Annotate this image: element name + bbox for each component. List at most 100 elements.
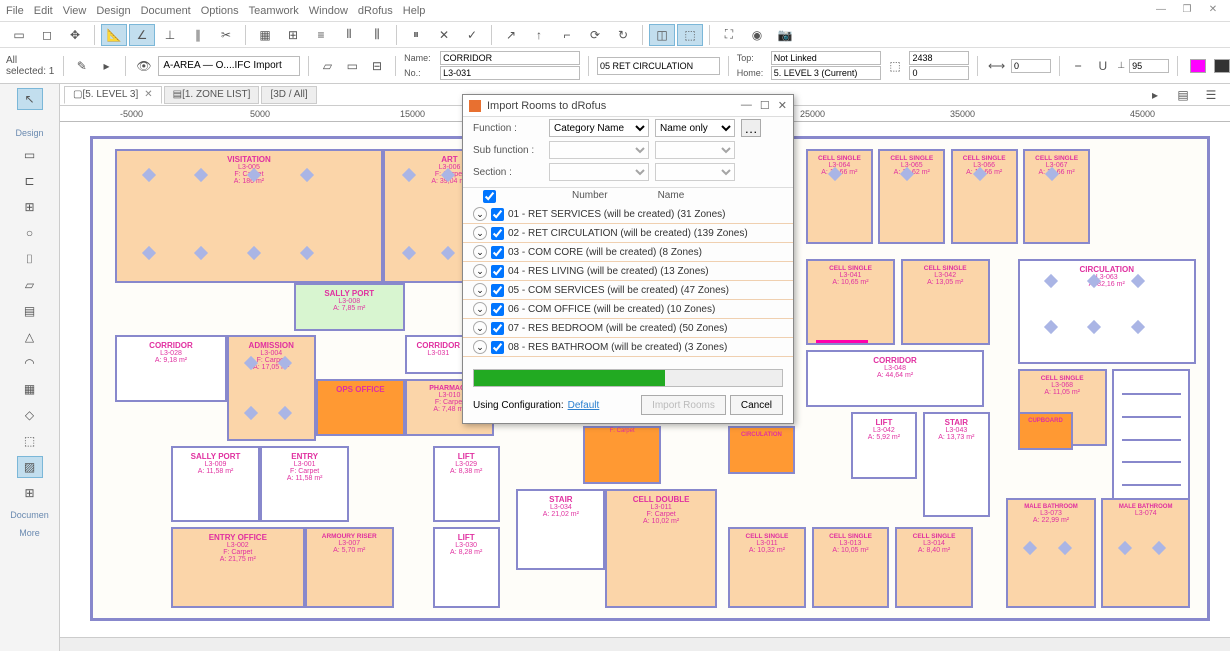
- item-checkbox[interactable]: [491, 208, 504, 221]
- no-field[interactable]: [440, 66, 580, 80]
- shell-tool-icon[interactable]: ◠: [17, 352, 43, 374]
- expand-icon[interactable]: ⌄: [473, 283, 487, 297]
- room-bathroom-f[interactable]: MALE BATHROOM L3-073 A: 22,99 m²: [1006, 498, 1095, 608]
- item-checkbox[interactable]: [491, 303, 504, 316]
- column-tool-icon[interactable]: ○: [17, 222, 43, 244]
- dim-field[interactable]: [1011, 59, 1051, 73]
- zone-tool-icon[interactable]: ▨: [17, 456, 43, 478]
- height-field[interactable]: [909, 51, 969, 65]
- prop-apply-icon[interactable]: ▸: [96, 55, 117, 77]
- line-swatch[interactable]: [1214, 59, 1230, 73]
- app-minimize-icon[interactable]: —: [1150, 4, 1172, 18]
- room-lift1[interactable]: LIFT L3-029 A: 8,38 m²: [433, 446, 500, 523]
- view-nav-icon[interactable]: ▸: [1142, 84, 1168, 106]
- room-sallyport2[interactable]: SALLY PORT L3-009 A: 11,58 m²: [171, 446, 260, 523]
- tool-cancel-icon[interactable]: ✕: [431, 24, 457, 46]
- tool-ok-icon[interactable]: ✓: [459, 24, 485, 46]
- room-circulation[interactable]: CIRCULATION L3-063 A: 82,16 m²: [1018, 259, 1196, 364]
- function-select-1[interactable]: Category Name: [549, 119, 649, 137]
- tool-pan-icon[interactable]: ✥: [62, 24, 88, 46]
- room-lift-r[interactable]: LIFT L3-042 A: 5,92 m²: [851, 412, 918, 479]
- item-checkbox[interactable]: [491, 284, 504, 297]
- expand-icon[interactable]: ⌄: [473, 321, 487, 335]
- room-riser[interactable]: F: Carpet: [583, 426, 661, 483]
- import-item-5[interactable]: ⌄05 - COM SERVICES (will be created) (47…: [463, 281, 793, 300]
- tool-perp-icon[interactable]: ⊥: [157, 24, 183, 46]
- item-checkbox[interactable]: [491, 227, 504, 240]
- tool-grid-icon[interactable]: ▦: [252, 24, 278, 46]
- tool-measure-icon[interactable]: 📐: [101, 24, 127, 46]
- function-more-button[interactable]: …: [741, 119, 761, 137]
- menu-drofus[interactable]: dRofus: [358, 5, 393, 17]
- tool-camera-icon[interactable]: 📷: [772, 24, 798, 46]
- import-item-8[interactable]: ⌄08 - RES BATHROOM (will be created) (3 …: [463, 338, 793, 357]
- tool-redo-icon[interactable]: ↻: [610, 24, 636, 46]
- room-cellsingle-t3[interactable]: CELL SINGLE L3-066 A: 10,66 m²: [951, 149, 1018, 245]
- tool-distribute-icon[interactable]: ⫼: [364, 24, 390, 46]
- sub-function-select-2[interactable]: [655, 141, 735, 159]
- tool-up-icon[interactable]: ↑: [526, 24, 552, 46]
- tool-bisect-icon[interactable]: ✂: [213, 24, 239, 46]
- room-circ-area[interactable]: CIRCULATION: [728, 426, 795, 474]
- menu-file[interactable]: File: [6, 5, 24, 17]
- import-item-6[interactable]: ⌄06 - COM OFFICE (will be created) (10 Z…: [463, 300, 793, 319]
- section-select-1[interactable]: [549, 163, 649, 181]
- beam-tool-icon[interactable]: ⌷: [17, 248, 43, 270]
- room-ops[interactable]: OPS OFFICE: [316, 379, 405, 436]
- room-stair1[interactable]: STAIR L3-034 A: 21,02 m²: [516, 489, 605, 570]
- item-checkbox[interactable]: [491, 246, 504, 259]
- tool-marquee-icon[interactable]: ◻: [34, 24, 60, 46]
- tab-zonelist[interactable]: ▤ [1. ZONE LIST]: [164, 86, 260, 104]
- stair-tool-icon[interactable]: ▤: [17, 300, 43, 322]
- room-entryoffice[interactable]: ENTRY OFFICE L3-002 F: Carpet A: 21,75 m…: [171, 527, 305, 608]
- expand-icon[interactable]: ⌄: [473, 302, 487, 316]
- object-tool-icon[interactable]: ⬚: [17, 430, 43, 452]
- tool-arrow-icon[interactable]: ↗: [498, 24, 524, 46]
- dialog-minimize-icon[interactable]: —: [741, 99, 752, 112]
- expand-icon[interactable]: ⌄: [473, 245, 487, 259]
- horizontal-scrollbar[interactable]: [60, 637, 1230, 651]
- offset-field[interactable]: [909, 66, 969, 80]
- room-corridor1[interactable]: CORRIDOR L3-028 A: 9,18 m²: [115, 335, 226, 402]
- function-select-2[interactable]: Name only: [655, 119, 735, 137]
- view-stack-icon[interactable]: ▤: [1170, 84, 1196, 106]
- tool-suspend-icon[interactable]: ⏸: [403, 24, 429, 46]
- cube-icon[interactable]: ⬚: [885, 55, 906, 77]
- line-weight-icon[interactable]: ⎯: [1068, 55, 1089, 77]
- room-cellsingle2[interactable]: CELL SINGLE L3-042 A: 13,05 m²: [901, 259, 990, 345]
- dialog-titlebar[interactable]: Import Rooms to dRofus — ☐ ✕: [463, 95, 793, 117]
- room-cellsingle-t2[interactable]: CELL SINGLE L3-065 A: 10,62 m²: [878, 149, 945, 245]
- room-sallyport1[interactable]: SALLY PORT L3-008 A: 7,85 m²: [294, 283, 405, 331]
- import-item-7[interactable]: ⌄07 - RES BEDROOM (will be created) (50 …: [463, 319, 793, 338]
- room-lift2[interactable]: LIFT L3-030 A: 8,28 m²: [433, 527, 500, 608]
- room-cellsingle-t4[interactable]: CELL SINGLE L3-067 A: 10,66 m²: [1023, 149, 1090, 245]
- angle-field[interactable]: [1129, 59, 1169, 73]
- menu-edit[interactable]: Edit: [34, 5, 53, 17]
- tool-rotate-icon[interactable]: ⟳: [582, 24, 608, 46]
- dialog-maximize-icon[interactable]: ☐: [760, 99, 770, 112]
- fill-swatch[interactable]: [1190, 59, 1206, 73]
- import-item-3[interactable]: ⌄03 - COM CORE (will be created) (8 Zone…: [463, 243, 793, 262]
- window-tool-icon[interactable]: ⊞: [17, 196, 43, 218]
- menu-teamwork[interactable]: Teamwork: [249, 5, 299, 17]
- mesh-tool-icon[interactable]: ⊞: [17, 482, 43, 504]
- sub-function-select-1[interactable]: [549, 141, 649, 159]
- app-close-icon[interactable]: ✕: [1202, 4, 1224, 18]
- room-cellsingle-b1[interactable]: CELL SINGLE L3-011 A: 10,32 m²: [728, 527, 806, 608]
- morph-tool-icon[interactable]: ◇: [17, 404, 43, 426]
- dialog-close-icon[interactable]: ✕: [778, 99, 787, 112]
- menu-options[interactable]: Options: [201, 5, 239, 17]
- tool-parallel-icon[interactable]: ∥: [185, 24, 211, 46]
- app-restore-icon[interactable]: ❐: [1176, 4, 1198, 18]
- room-cellsingle-t1[interactable]: CELL SINGLE L3-064 A: 10,66 m²: [806, 149, 873, 245]
- top-field[interactable]: [771, 51, 881, 65]
- cancel-button[interactable]: Cancel: [730, 395, 783, 415]
- room-admission[interactable]: ADMISSION L3-004 F: Carpet A: 17,05 m²: [227, 335, 316, 440]
- menu-view[interactable]: View: [63, 5, 87, 17]
- room-stair2[interactable]: STAIR L3-043 A: 13,73 m²: [923, 412, 990, 517]
- import-item-1[interactable]: ⌄01 - RET SERVICES (will be created) (31…: [463, 205, 793, 224]
- item-checkbox[interactable]: [491, 341, 504, 354]
- room-celldouble[interactable]: CELL DOUBLE L3-011 F: Carpet A: 10,02 m²: [605, 489, 716, 609]
- expand-icon[interactable]: ⌄: [473, 340, 487, 354]
- tool-select-icon[interactable]: ▭: [6, 24, 32, 46]
